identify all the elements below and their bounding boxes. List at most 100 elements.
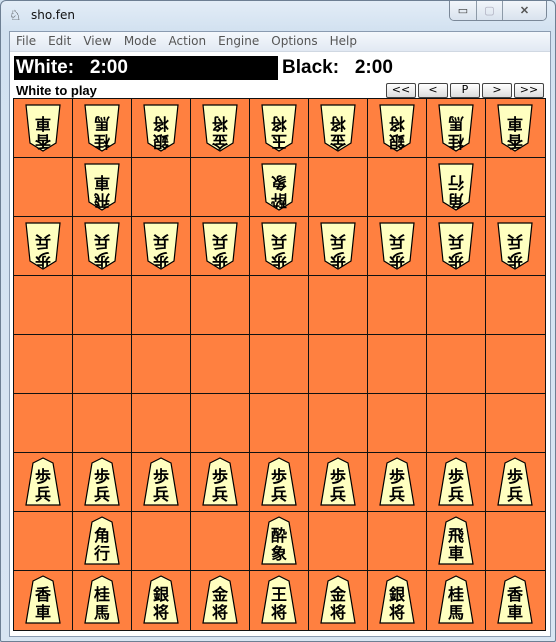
black-piece[interactable]: 金将 bbox=[318, 575, 358, 625]
board-square[interactable] bbox=[250, 276, 309, 335]
white-piece[interactable]: 玉将 bbox=[259, 103, 299, 153]
board-square[interactable] bbox=[368, 276, 427, 335]
white-piece[interactable]: 歩兵 bbox=[318, 221, 358, 271]
board-square[interactable] bbox=[73, 394, 132, 453]
board-square[interactable] bbox=[309, 394, 368, 453]
menu-mode[interactable]: Mode bbox=[118, 32, 163, 51]
board-square[interactable]: 歩兵 bbox=[250, 453, 309, 512]
board-square[interactable] bbox=[132, 512, 191, 571]
black-piece[interactable]: 角行 bbox=[82, 516, 122, 566]
board-square[interactable] bbox=[132, 276, 191, 335]
board-square[interactable]: 歩兵 bbox=[427, 217, 486, 276]
white-piece[interactable]: 銀将 bbox=[377, 103, 417, 153]
board-square[interactable] bbox=[250, 394, 309, 453]
pause-button[interactable]: P bbox=[450, 83, 480, 98]
board-square[interactable]: 歩兵 bbox=[368, 453, 427, 512]
board-square[interactable]: 歩兵 bbox=[191, 217, 250, 276]
board-square[interactable] bbox=[486, 158, 545, 217]
black-piece[interactable]: 歩兵 bbox=[200, 457, 240, 507]
board-square[interactable] bbox=[14, 276, 73, 335]
minimize-button[interactable]: ▭ bbox=[450, 1, 476, 20]
board-square[interactable]: 歩兵 bbox=[191, 453, 250, 512]
board-square[interactable] bbox=[191, 512, 250, 571]
board-square[interactable]: 飛車 bbox=[427, 512, 486, 571]
menu-edit[interactable]: Edit bbox=[42, 32, 77, 51]
board-square[interactable]: 香車 bbox=[14, 99, 73, 158]
board-square[interactable] bbox=[309, 158, 368, 217]
black-piece[interactable]: 酔象 bbox=[259, 516, 299, 566]
white-piece[interactable]: 銀将 bbox=[141, 103, 181, 153]
white-piece[interactable]: 香車 bbox=[495, 103, 535, 153]
forward-button[interactable]: > bbox=[482, 83, 512, 98]
white-piece[interactable]: 歩兵 bbox=[436, 221, 476, 271]
board-square[interactable] bbox=[14, 158, 73, 217]
board-square[interactable] bbox=[368, 394, 427, 453]
board-square[interactable]: 歩兵 bbox=[309, 453, 368, 512]
board-square[interactable] bbox=[191, 394, 250, 453]
black-piece[interactable]: 歩兵 bbox=[436, 457, 476, 507]
board-square[interactable]: 歩兵 bbox=[14, 453, 73, 512]
menu-view[interactable]: View bbox=[77, 32, 117, 51]
board-square[interactable] bbox=[427, 394, 486, 453]
menu-engine[interactable]: Engine bbox=[212, 32, 265, 51]
board-square[interactable]: 角行 bbox=[427, 158, 486, 217]
go-to-end-button[interactable]: >> bbox=[514, 83, 544, 98]
board-square[interactable]: 歩兵 bbox=[309, 217, 368, 276]
white-piece[interactable]: 桂馬 bbox=[82, 103, 122, 153]
black-piece[interactable]: 歩兵 bbox=[318, 457, 358, 507]
board-square[interactable]: 歩兵 bbox=[73, 217, 132, 276]
board-square[interactable] bbox=[368, 335, 427, 394]
board-square[interactable] bbox=[486, 276, 545, 335]
board-square[interactable] bbox=[14, 394, 73, 453]
black-piece[interactable]: 歩兵 bbox=[23, 457, 63, 507]
board-square[interactable]: 玉将 bbox=[250, 99, 309, 158]
board-square[interactable] bbox=[427, 276, 486, 335]
go-to-start-button[interactable]: << bbox=[386, 83, 416, 98]
board-square[interactable]: 金将 bbox=[309, 99, 368, 158]
white-piece[interactable]: 金将 bbox=[318, 103, 358, 153]
board-square[interactable]: 金将 bbox=[191, 571, 250, 630]
black-piece[interactable]: 歩兵 bbox=[495, 457, 535, 507]
black-piece[interactable]: 銀将 bbox=[377, 575, 417, 625]
board-square[interactable]: 香車 bbox=[14, 571, 73, 630]
board-square[interactable]: 歩兵 bbox=[486, 453, 545, 512]
board-square[interactable]: 歩兵 bbox=[427, 453, 486, 512]
menu-file[interactable]: File bbox=[10, 32, 42, 51]
white-piece[interactable]: 金将 bbox=[200, 103, 240, 153]
board-square[interactable]: 桂馬 bbox=[73, 571, 132, 630]
white-piece[interactable]: 飛車 bbox=[82, 162, 122, 212]
menu-action[interactable]: Action bbox=[163, 32, 213, 51]
board-square[interactable] bbox=[191, 335, 250, 394]
board-square[interactable] bbox=[427, 335, 486, 394]
board-square[interactable]: 酔象 bbox=[250, 512, 309, 571]
board-square[interactable] bbox=[132, 335, 191, 394]
board-square[interactable]: 桂馬 bbox=[427, 99, 486, 158]
board-square[interactable]: 桂馬 bbox=[73, 99, 132, 158]
white-piece[interactable]: 酔象 bbox=[259, 162, 299, 212]
close-button[interactable]: ✕ bbox=[502, 1, 546, 20]
board-square[interactable]: 歩兵 bbox=[486, 217, 545, 276]
white-piece[interactable]: 角行 bbox=[436, 162, 476, 212]
white-piece[interactable]: 歩兵 bbox=[200, 221, 240, 271]
board-square[interactable]: 歩兵 bbox=[250, 217, 309, 276]
black-piece[interactable]: 飛車 bbox=[436, 516, 476, 566]
black-clock[interactable]: Black: 2:00 bbox=[282, 56, 393, 80]
board-square[interactable] bbox=[309, 512, 368, 571]
board-square[interactable]: 香車 bbox=[486, 99, 545, 158]
board-square[interactable] bbox=[486, 512, 545, 571]
board-square[interactable]: 歩兵 bbox=[14, 217, 73, 276]
back-button[interactable]: < bbox=[418, 83, 448, 98]
white-clock[interactable]: White: 2:00 bbox=[14, 56, 278, 80]
board-square[interactable]: 歩兵 bbox=[368, 217, 427, 276]
board-square[interactable] bbox=[486, 394, 545, 453]
white-piece[interactable]: 歩兵 bbox=[23, 221, 63, 271]
black-piece[interactable]: 王将 bbox=[259, 575, 299, 625]
board-square[interactable] bbox=[368, 158, 427, 217]
black-piece[interactable]: 歩兵 bbox=[82, 457, 122, 507]
white-piece[interactable]: 歩兵 bbox=[82, 221, 122, 271]
board-square[interactable] bbox=[191, 158, 250, 217]
black-piece[interactable]: 歩兵 bbox=[259, 457, 299, 507]
board-square[interactable]: 桂馬 bbox=[427, 571, 486, 630]
white-piece[interactable]: 歩兵 bbox=[377, 221, 417, 271]
board-square[interactable]: 歩兵 bbox=[73, 453, 132, 512]
